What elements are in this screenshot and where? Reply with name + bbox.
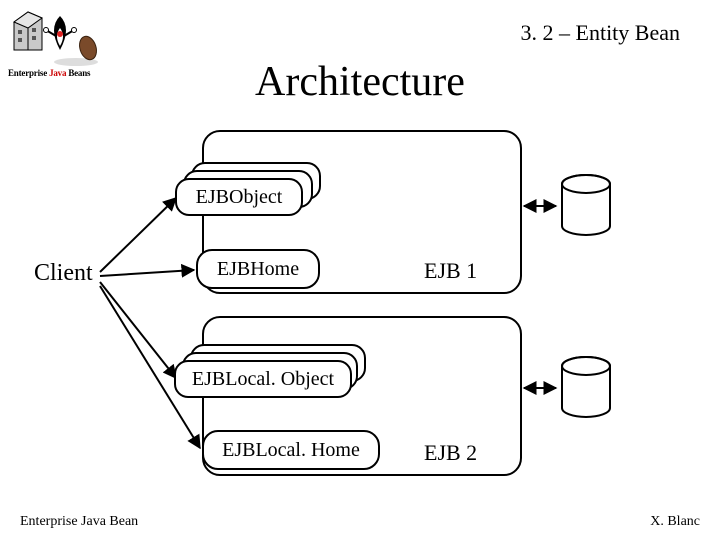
ejblocalobject-card: EJBLocal. Object (174, 360, 352, 398)
footer-left: Enterprise Java Bean (20, 514, 138, 530)
diagram-arrows (0, 0, 720, 540)
ejbobject-card: EJBObject (175, 178, 303, 216)
slide-canvas: Enterprise Java Beans 3. 2 – Entity Bean… (0, 0, 720, 540)
footer-right: X. Blanc (650, 514, 700, 530)
